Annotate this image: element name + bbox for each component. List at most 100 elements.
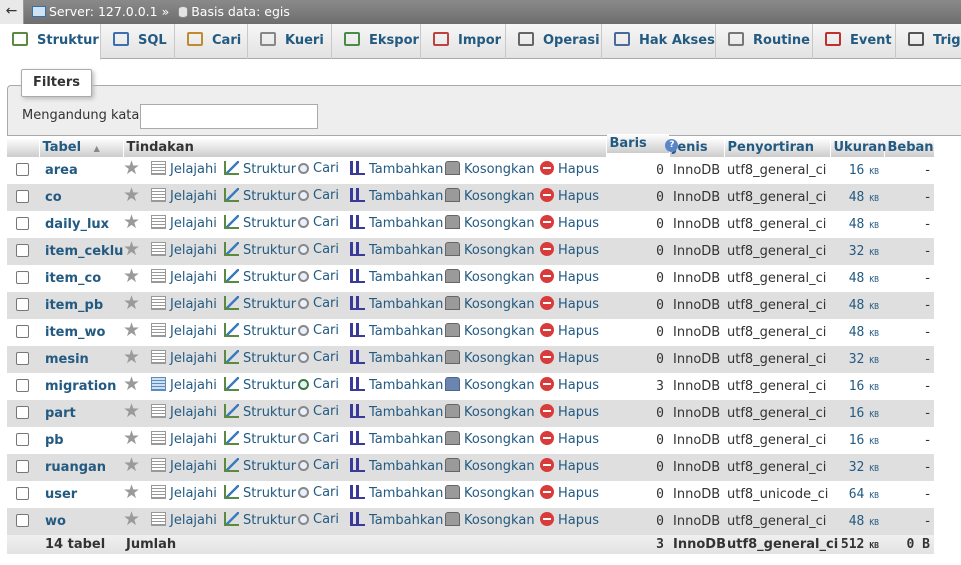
drop-action[interactable]: Hapus — [540, 350, 599, 366]
row-checkbox[interactable] — [16, 406, 29, 419]
tab-event[interactable]: Event — [813, 24, 896, 59]
header-size[interactable]: Ukuran — [830, 138, 886, 157]
browse-action[interactable]: Jelajahi — [151, 485, 217, 501]
table-name-link[interactable]: area — [39, 157, 123, 184]
empty-action[interactable]: Kosongkan — [445, 431, 535, 447]
empty-action[interactable]: Kosongkan — [445, 377, 535, 393]
search-action[interactable]: Cari — [298, 161, 339, 176]
search-action[interactable]: Cari — [298, 404, 339, 419]
favorite-star-icon[interactable]: ★ — [123, 320, 140, 340]
search-action[interactable]: Cari — [298, 215, 339, 230]
tab-hak-akses[interactable]: Hak Akses — [602, 24, 716, 59]
empty-action[interactable]: Kosongkan — [445, 350, 535, 366]
row-size[interactable]: 32 KB — [830, 346, 884, 373]
table-name-link[interactable]: item_pb — [39, 292, 123, 319]
drop-action[interactable]: Hapus — [540, 377, 599, 393]
search-action[interactable]: Cari — [298, 377, 339, 392]
favorite-star-icon[interactable]: ★ — [123, 158, 140, 178]
header-rows[interactable]: Baris ? — [606, 134, 679, 153]
row-size[interactable]: 32 KB — [830, 454, 884, 481]
row-checkbox[interactable] — [16, 352, 29, 365]
empty-action[interactable]: Kosongkan — [445, 296, 535, 312]
row-size[interactable]: 16 KB — [830, 427, 884, 454]
row-size[interactable]: 32 KB — [830, 238, 884, 265]
filter-input[interactable] — [140, 104, 318, 129]
browse-action[interactable]: Jelajahi — [151, 512, 217, 528]
drop-action[interactable]: Hapus — [540, 188, 599, 204]
structure-action[interactable]: Struktur — [224, 215, 296, 231]
insert-action[interactable]: Tambahkan — [350, 296, 443, 312]
drop-action[interactable]: Hapus — [540, 485, 599, 501]
tab-ekspor[interactable]: Ekspor — [332, 24, 421, 59]
tab-struktur[interactable]: Struktur — [0, 24, 101, 60]
insert-action[interactable]: Tambahkan — [350, 323, 443, 339]
structure-action[interactable]: Struktur — [224, 404, 296, 420]
search-action[interactable]: Cari — [298, 296, 339, 311]
empty-action[interactable]: Kosongkan — [445, 512, 535, 528]
breadcrumb-database[interactable]: Basis data: egis — [191, 4, 290, 19]
table-name-link[interactable]: mesin — [39, 346, 123, 373]
favorite-star-icon[interactable]: ★ — [123, 266, 140, 286]
insert-action[interactable]: Tambahkan — [350, 377, 443, 393]
tab-cari[interactable]: Cari — [175, 24, 248, 59]
insert-action[interactable]: Tambahkan — [350, 404, 443, 420]
favorite-star-icon[interactable]: ★ — [123, 428, 140, 448]
row-checkbox[interactable] — [16, 433, 29, 446]
row-checkbox[interactable] — [16, 244, 29, 257]
row-checkbox[interactable] — [16, 271, 29, 284]
browse-action[interactable]: Jelajahi — [151, 161, 217, 177]
drop-action[interactable]: Hapus — [540, 269, 599, 285]
insert-action[interactable]: Tambahkan — [350, 161, 443, 177]
row-size[interactable]: 48 KB — [830, 211, 884, 238]
tab-kueri[interactable]: Kueri — [248, 24, 332, 59]
header-collation[interactable]: Penyortiran — [724, 138, 831, 157]
empty-action[interactable]: Kosongkan — [445, 323, 535, 339]
browse-action[interactable]: Jelajahi — [151, 269, 217, 285]
structure-action[interactable]: Struktur — [224, 485, 296, 501]
drop-action[interactable]: Hapus — [540, 512, 599, 528]
search-action[interactable]: Cari — [298, 350, 339, 365]
favorite-star-icon[interactable]: ★ — [123, 239, 140, 259]
row-size[interactable]: 48 KB — [830, 508, 884, 535]
browse-action[interactable]: Jelajahi — [151, 377, 217, 393]
row-checkbox[interactable] — [16, 460, 29, 473]
row-size[interactable]: 64 KB — [830, 481, 884, 508]
structure-action[interactable]: Struktur — [224, 242, 296, 258]
row-checkbox[interactable] — [16, 190, 29, 203]
table-name-link[interactable]: pb — [39, 427, 123, 454]
drop-action[interactable]: Hapus — [540, 161, 599, 177]
row-checkbox[interactable] — [16, 163, 29, 176]
structure-action[interactable]: Struktur — [224, 350, 296, 366]
drop-action[interactable]: Hapus — [540, 431, 599, 447]
table-name-link[interactable]: part — [39, 400, 123, 427]
favorite-star-icon[interactable]: ★ — [123, 482, 140, 502]
row-checkbox[interactable] — [16, 514, 29, 527]
insert-action[interactable]: Tambahkan — [350, 512, 443, 528]
structure-action[interactable]: Struktur — [224, 161, 296, 177]
row-size[interactable]: 16 KB — [830, 157, 884, 184]
empty-action[interactable]: Kosongkan — [445, 188, 535, 204]
browse-action[interactable]: Jelajahi — [151, 458, 217, 474]
insert-action[interactable]: Tambahkan — [350, 188, 443, 204]
header-overhead[interactable]: Beban — [884, 138, 935, 157]
table-name-link[interactable]: co — [39, 184, 123, 211]
browse-action[interactable]: Jelajahi — [151, 296, 217, 312]
row-size[interactable]: 48 KB — [830, 265, 884, 292]
structure-action[interactable]: Struktur — [224, 377, 296, 393]
search-action[interactable]: Cari — [298, 431, 339, 446]
row-checkbox[interactable] — [16, 487, 29, 500]
help-icon[interactable]: ? — [665, 138, 679, 152]
browse-action[interactable]: Jelajahi — [151, 242, 217, 258]
tab-sql[interactable]: SQL — [101, 24, 175, 59]
tab-operasi[interactable]: Operasi — [506, 24, 602, 59]
browse-action[interactable]: Jelajahi — [151, 350, 217, 366]
structure-action[interactable]: Struktur — [224, 269, 296, 285]
search-action[interactable]: Cari — [298, 458, 339, 473]
empty-action[interactable]: Kosongkan — [445, 485, 535, 501]
drop-action[interactable]: Hapus — [540, 404, 599, 420]
table-name-link[interactable]: migration — [39, 373, 123, 400]
tab-routine[interactable]: Routine — [716, 24, 813, 59]
favorite-star-icon[interactable]: ★ — [123, 401, 140, 421]
search-action[interactable]: Cari — [298, 188, 339, 203]
tab-trigg[interactable]: Trigg — [896, 24, 961, 59]
